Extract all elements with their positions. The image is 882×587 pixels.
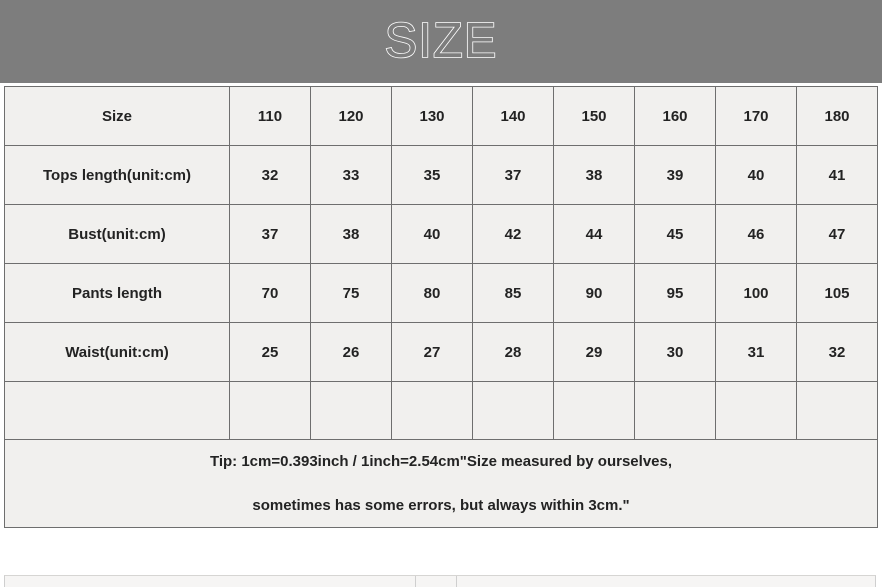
cell-pants-length-160: 95 — [634, 263, 716, 323]
empty-row-cell-8 — [796, 381, 878, 440]
cell-pants-length-180: 105 — [796, 263, 878, 323]
table-tip-row: Tip: 1cm=0.393inch / 1inch=2.54cm"Size m… — [4, 439, 878, 528]
cell-bust-120: 38 — [310, 204, 392, 264]
table-row: Tops length(unit:cm) 32 33 35 37 38 39 4… — [4, 145, 878, 205]
header-size-170: 170 — [715, 86, 797, 146]
row-label-pants-length: Pants length — [4, 263, 230, 323]
table-empty-row — [4, 381, 878, 440]
header-size-150: 150 — [553, 86, 635, 146]
cell-waist-110: 25 — [229, 322, 311, 382]
cell-bust-110: 37 — [229, 204, 311, 264]
table-row: Waist(unit:cm) 25 26 27 28 29 30 31 32 — [4, 322, 878, 382]
page-title: SIZE — [384, 14, 498, 68]
cell-pants-length-140: 85 — [472, 263, 554, 323]
clipped-row-divider-1 — [415, 576, 416, 587]
clipped-row-divider-2 — [456, 576, 457, 587]
table-header-row: Size 110 120 130 140 150 160 170 180 — [4, 86, 878, 146]
cell-pants-length-130: 80 — [391, 263, 473, 323]
cell-waist-140: 28 — [472, 322, 554, 382]
cell-tops-length-150: 38 — [553, 145, 635, 205]
empty-row-label-cell — [4, 381, 230, 440]
cell-tops-length-170: 40 — [715, 145, 797, 205]
tip-note-cell: Tip: 1cm=0.393inch / 1inch=2.54cm"Size m… — [4, 439, 878, 528]
size-chart-page: SIZE Size 110 120 130 140 150 160 170 18… — [0, 0, 882, 587]
tip-note-line-2: sometimes has some errors, but always wi… — [252, 496, 630, 514]
cell-pants-length-110: 70 — [229, 263, 311, 323]
cell-waist-120: 26 — [310, 322, 392, 382]
row-label-waist: Waist(unit:cm) — [4, 322, 230, 382]
empty-row-cell-5 — [553, 381, 635, 440]
cell-waist-170: 31 — [715, 322, 797, 382]
cell-tops-length-130: 35 — [391, 145, 473, 205]
cell-waist-150: 29 — [553, 322, 635, 382]
size-table-container: Size 110 120 130 140 150 160 170 180 Top… — [4, 86, 878, 528]
cell-waist-130: 27 — [391, 322, 473, 382]
cell-bust-140: 42 — [472, 204, 554, 264]
empty-row-cell-2 — [310, 381, 392, 440]
cell-bust-170: 46 — [715, 204, 797, 264]
size-table: Size 110 120 130 140 150 160 170 180 Top… — [4, 86, 878, 528]
cell-pants-length-170: 100 — [715, 263, 797, 323]
cell-tops-length-120: 33 — [310, 145, 392, 205]
header-size-180: 180 — [796, 86, 878, 146]
cell-bust-180: 47 — [796, 204, 878, 264]
header-size-160: 160 — [634, 86, 716, 146]
cell-tops-length-110: 32 — [229, 145, 311, 205]
header-size-120: 120 — [310, 86, 392, 146]
row-label-bust: Bust(unit:cm) — [4, 204, 230, 264]
header-label-cell: Size — [4, 86, 230, 146]
table-row: Bust(unit:cm) 37 38 40 42 44 45 46 47 — [4, 204, 878, 264]
cell-waist-160: 30 — [634, 322, 716, 382]
table-row: Pants length 70 75 80 85 90 95 100 105 — [4, 263, 878, 323]
header-size-110: 110 — [229, 86, 311, 146]
empty-row-cell-1 — [229, 381, 311, 440]
header-size-140: 140 — [472, 86, 554, 146]
empty-row-cell-3 — [391, 381, 473, 440]
header-size-130: 130 — [391, 86, 473, 146]
cell-bust-130: 40 — [391, 204, 473, 264]
cell-bust-160: 45 — [634, 204, 716, 264]
empty-row-cell-4 — [472, 381, 554, 440]
empty-row-cell-7 — [715, 381, 797, 440]
cell-pants-length-120: 75 — [310, 263, 392, 323]
tip-note-line-1: Tip: 1cm=0.393inch / 1inch=2.54cm"Size m… — [209, 453, 673, 470]
table-clipped-bottom-row — [4, 575, 876, 587]
cell-tops-length-180: 41 — [796, 145, 878, 205]
page-banner: SIZE — [0, 0, 882, 83]
cell-bust-150: 44 — [553, 204, 635, 264]
row-label-tops-length: Tops length(unit:cm) — [4, 145, 230, 205]
empty-row-cell-6 — [634, 381, 716, 440]
cell-waist-180: 32 — [796, 322, 878, 382]
cell-pants-length-150: 90 — [553, 263, 635, 323]
cell-tops-length-160: 39 — [634, 145, 716, 205]
cell-tops-length-140: 37 — [472, 145, 554, 205]
